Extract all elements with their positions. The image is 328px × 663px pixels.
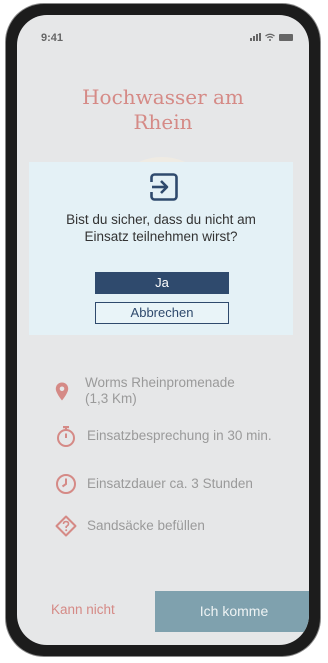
status-bar: 9:41 — [17, 15, 309, 55]
detail-briefing: Einsatzbesprechung in 30 min. — [55, 425, 272, 447]
confirm-dialog: Bist du sicher, dass du nicht am Einsatz… — [29, 162, 293, 335]
decline-button[interactable]: Kann nicht — [51, 602, 115, 617]
page-title: Hochwasser am Rhein — [17, 85, 309, 135]
status-icons — [250, 33, 293, 41]
briefing-text: Einsatzbesprechung in 30 min. — [87, 428, 272, 443]
status-time: 9:41 — [41, 32, 64, 44]
clock-icon — [56, 474, 76, 494]
dialog-question-line2: Einsatz teilnehmen wirst? — [84, 229, 238, 244]
task-text: Sandsäcke befüllen — [87, 518, 205, 533]
exit-icon — [149, 173, 178, 201]
page-title-line1: Hochwasser am — [82, 85, 244, 109]
location-text: Worms Rheinpromenade (1,3 Km) — [85, 375, 235, 407]
accept-button[interactable]: Ich komme — [155, 591, 309, 632]
detail-duration: Einsatzdauer ca. 3 Stunden — [55, 473, 253, 495]
location-distance: (1,3 Km) — [85, 391, 137, 406]
detail-location: Worms Rheinpromenade (1,3 Km) — [55, 375, 235, 407]
task-diamond-icon — [55, 515, 77, 537]
dialog-question-line1: Bist du sicher, dass du nicht am — [66, 212, 256, 227]
location-name: Worms Rheinpromenade — [85, 375, 235, 390]
dialog-question: Bist du sicher, dass du nicht am Einsatz… — [29, 211, 293, 245]
battery-icon — [279, 34, 293, 41]
location-pin-icon — [55, 382, 69, 400]
confirm-yes-button[interactable]: Ja — [95, 272, 229, 294]
duration-text: Einsatzdauer ca. 3 Stunden — [87, 476, 253, 491]
detail-task: Sandsäcke befüllen — [55, 515, 205, 537]
signal-icon — [250, 33, 261, 41]
cancel-button[interactable]: Abbrechen — [95, 302, 229, 324]
wifi-icon — [265, 33, 275, 41]
page-title-line2: Rhein — [133, 110, 193, 134]
stopwatch-icon — [57, 426, 75, 447]
